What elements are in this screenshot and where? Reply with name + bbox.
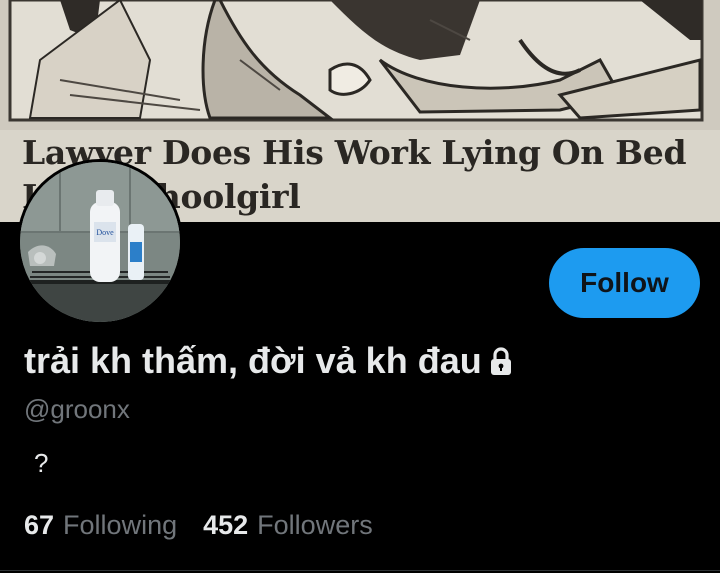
avatar[interactable]: Dove (17, 159, 183, 325)
newspaper-illustration (0, 0, 720, 130)
profile-handle: @groonx (24, 394, 130, 424)
following-count: 67 (24, 510, 55, 540)
profile-stats: 67 Following 452 Followers (24, 510, 399, 541)
followers-link[interactable]: 452 Followers (203, 510, 373, 541)
display-name: trải kh thấm, đời vả kh đau (24, 340, 482, 381)
follow-button[interactable]: Follow (549, 248, 700, 318)
following-link[interactable]: 67 Following (24, 510, 177, 541)
followers-count: 452 (203, 510, 249, 540)
following-label: Following (63, 510, 178, 540)
lock-icon (490, 347, 511, 375)
svg-text:Dove: Dove (96, 228, 114, 237)
profile-bio: ? (34, 448, 49, 478)
avatar-photo: Dove (20, 162, 180, 322)
display-name-row: trải kh thấm, đời vả kh đau (24, 340, 516, 382)
followers-label: Followers (257, 510, 373, 540)
divider (0, 570, 720, 571)
